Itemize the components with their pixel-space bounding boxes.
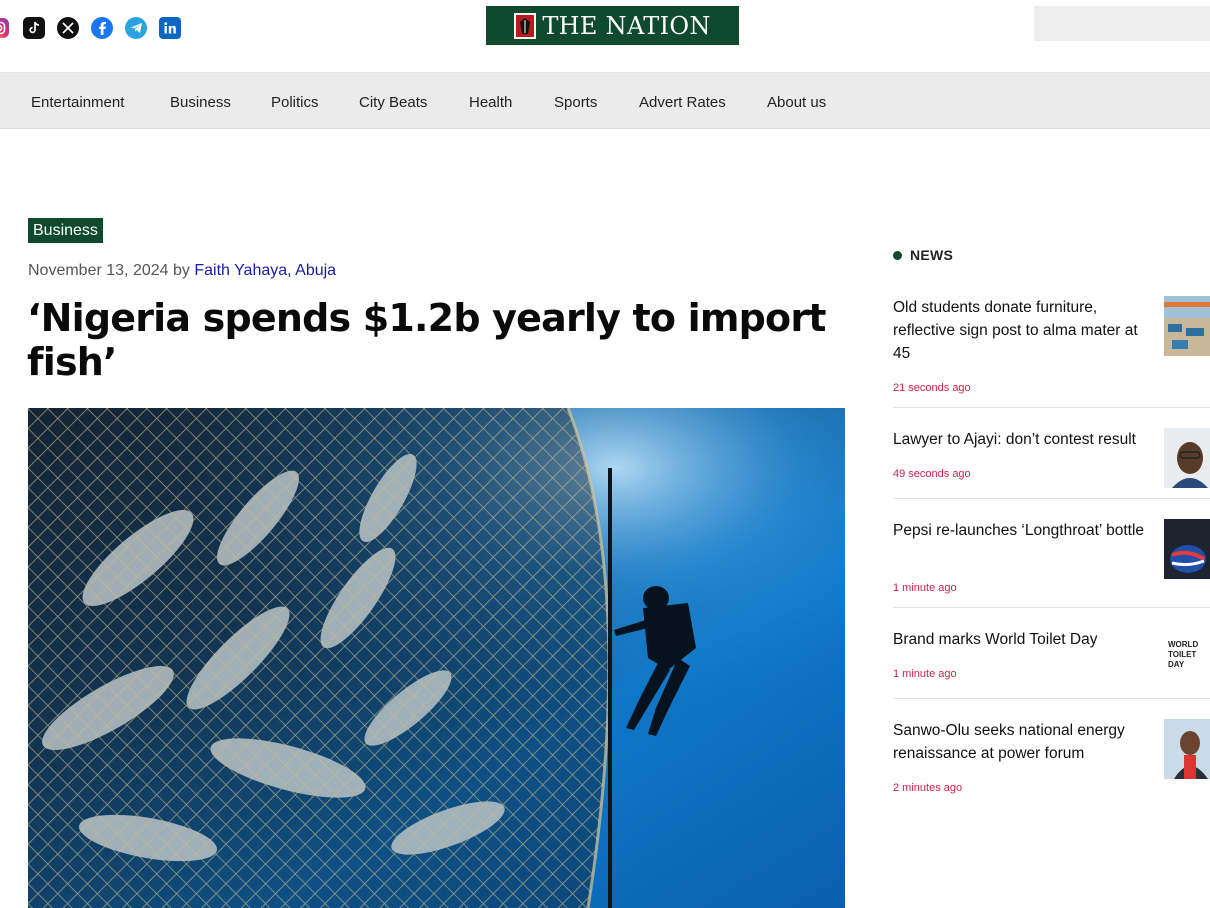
site-logo[interactable]: THE NATION: [486, 6, 739, 45]
news-item[interactable]: Brand marks World Toilet Day 1 minute ag…: [893, 628, 1210, 688]
news-item-thumbnail[interactable]: [1164, 519, 1210, 579]
category-badge[interactable]: Business: [28, 218, 103, 243]
article-meta: November 13, 2024 by Faith Yahaya, Abuja: [28, 262, 336, 280]
news-item[interactable]: Lawyer to Ajayi: don’t contest result 49…: [893, 428, 1210, 488]
news-item[interactable]: Pepsi re-launches ‘Longthroat’ bottle 1 …: [893, 519, 1210, 594]
nav-item-city-beats[interactable]: City Beats: [359, 94, 427, 111]
linkedin-icon[interactable]: [159, 17, 181, 39]
news-item-title[interactable]: Pepsi re-launches ‘Longthroat’ bottle: [893, 519, 1158, 542]
instagram-icon[interactable]: [0, 17, 10, 39]
sidebar-heading: NEWS: [893, 247, 953, 263]
facebook-icon[interactable]: [91, 17, 113, 39]
news-item-time: 1 minute ago: [893, 668, 957, 680]
news-dot-icon: [893, 250, 902, 260]
nav-item-health[interactable]: Health: [469, 94, 512, 111]
news-item-time: 2 minutes ago: [893, 782, 963, 794]
news-item-thumbnail[interactable]: [1164, 719, 1210, 779]
author-link[interactable]: Faith Yahaya, Abuja: [194, 262, 336, 279]
article-date: November 13, 2024: [28, 262, 169, 279]
logo-emblem-icon: [514, 12, 537, 39]
search-input[interactable]: [1034, 6, 1210, 41]
tiktok-icon[interactable]: [23, 17, 45, 39]
nav-item-advert-rates[interactable]: Advert Rates: [639, 94, 726, 111]
news-divider: [893, 607, 1210, 608]
nav-item-about-us[interactable]: About us: [767, 94, 826, 111]
news-item-title[interactable]: Sanwo-Olu seeks national energy renaissa…: [893, 719, 1158, 765]
news-item-title[interactable]: Lawyer to Ajayi: don’t contest result: [893, 428, 1158, 451]
top-bar: THE NATION: [0, 0, 1210, 72]
news-item-thumbnail[interactable]: [1164, 296, 1210, 356]
news-item-time: 21 seconds ago: [893, 382, 971, 394]
news-divider: [893, 698, 1210, 699]
news-item[interactable]: Old students donate furniture, reflectiv…: [893, 296, 1210, 396]
telegram-icon[interactable]: [125, 17, 147, 39]
news-item-time: 1 minute ago: [893, 582, 957, 594]
sidebar-heading-label: NEWS: [910, 247, 954, 263]
news-item-time: 49 seconds ago: [893, 468, 971, 480]
nav-item-politics[interactable]: Politics: [271, 94, 319, 111]
byline-prefix: by: [172, 262, 190, 279]
news-divider: [893, 407, 1210, 408]
nav-item-business[interactable]: Business: [170, 94, 231, 111]
news-item-title[interactable]: Old students donate furniture, reflectiv…: [893, 296, 1158, 365]
news-item[interactable]: Sanwo-Olu seeks national energy renaissa…: [893, 719, 1210, 799]
news-item-title[interactable]: Brand marks World Toilet Day: [893, 628, 1158, 651]
nav-item-sports[interactable]: Sports: [554, 94, 597, 111]
hero-image: [28, 408, 845, 908]
news-item-thumb-text: WORLD TOILET DAY: [1168, 640, 1199, 669]
news-divider: [893, 498, 1210, 499]
x-icon[interactable]: [57, 17, 79, 39]
nav-item-entertainment[interactable]: Entertainment: [31, 94, 124, 111]
main-nav: Entertainment Business Politics City Bea…: [0, 72, 1210, 129]
article-title: ‘Nigeria spends $1.2b yearly to import f…: [27, 296, 826, 384]
news-item-thumbnail[interactable]: [1164, 428, 1210, 488]
logo-text: THE NATION: [542, 11, 711, 40]
news-item-thumbnail[interactable]: WORLD TOILET DAY: [1164, 628, 1210, 688]
